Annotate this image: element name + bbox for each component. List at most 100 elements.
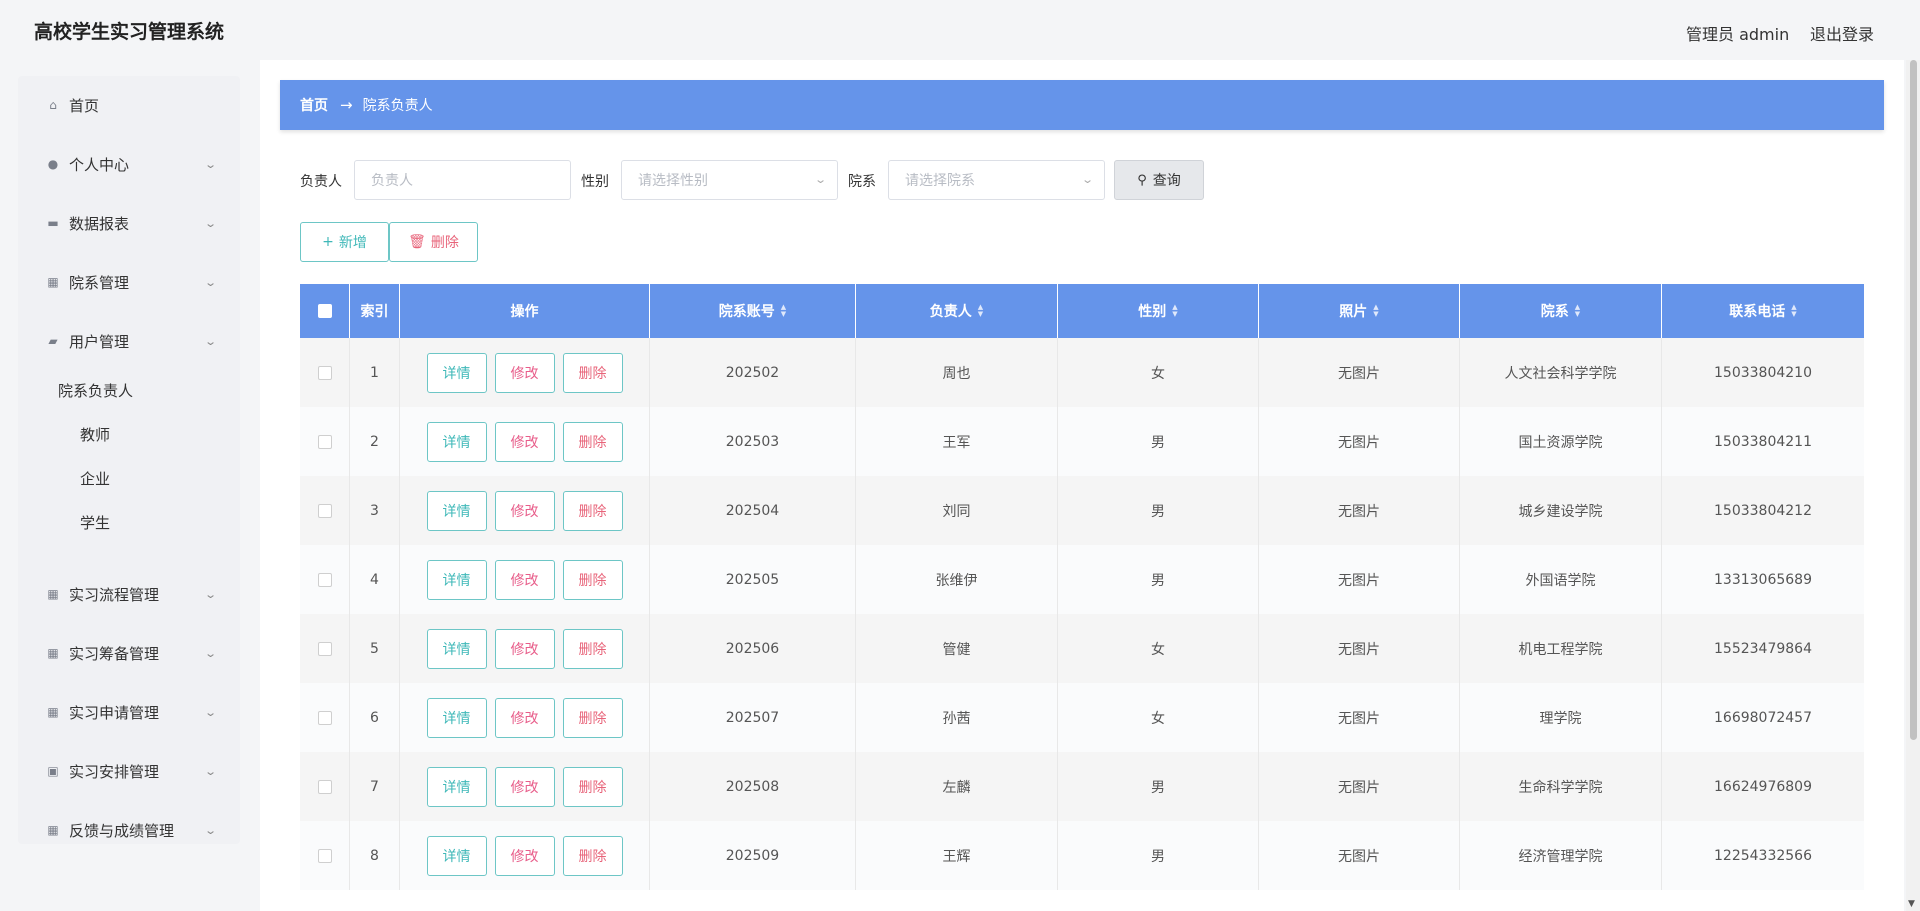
delete-button[interactable]: 删除 <box>562 559 623 600</box>
sidebar-item-6[interactable]: ▦ 实习流程管理 ⌄ <box>18 574 240 614</box>
edit-button[interactable]: 修改 <box>494 490 555 531</box>
edit-button[interactable]: 修改 <box>494 352 555 393</box>
add-button[interactable]: + 新增 <box>300 222 389 262</box>
row-checkbox[interactable] <box>317 641 332 656</box>
sidebar-subitem-1[interactable]: 院系负责人 <box>58 372 133 408</box>
cell-photo: 无图片 <box>1259 338 1460 407</box>
detail-button[interactable]: 详情 <box>426 697 487 738</box>
col-header-phone[interactable]: 联系电话 ▲ ▼ <box>1662 284 1864 338</box>
edit-button[interactable]: 修改 <box>494 697 555 738</box>
sidebar-item-7[interactable]: ▦ 实习筹备管理 ⌄ <box>18 633 240 673</box>
logout-link[interactable]: 退出登录 <box>1810 21 1874 45</box>
select-all-checkbox[interactable] <box>317 304 332 318</box>
table-row: 4 详情 修改 删除 202505 张维伊男无图片 外国语学院 13313065689 <box>300 545 1864 614</box>
detail-button[interactable]: 详情 <box>426 352 487 393</box>
cell-gender: 男 <box>1058 752 1259 821</box>
grid-icon: ▦ <box>47 705 59 719</box>
row-checkbox[interactable] <box>317 848 332 863</box>
sort-icon[interactable]: ▲ ▼ <box>1172 304 1177 318</box>
delete-button[interactable]: 删除 <box>562 628 623 669</box>
table-row: 3 详情 修改 删除 202504 刘同男无图片 城乡建设学院 15033804212 <box>300 476 1864 545</box>
user-icon: ● <box>47 157 59 171</box>
cell-photo: 无图片 <box>1259 752 1460 821</box>
cell-check <box>300 821 350 890</box>
cell-ops: 详情 修改 删除 <box>400 683 650 752</box>
detail-button[interactable]: 详情 <box>426 835 487 876</box>
sidebar-subitem-4[interactable]: 学生 <box>80 504 110 540</box>
sidebar-item-5[interactable]: ▰ 用户管理 ⌄ <box>18 321 240 361</box>
col-header-dept[interactable]: 院系 ▲ ▼ <box>1460 284 1662 338</box>
chat-icon: ▰ <box>48 334 58 348</box>
person-search-input[interactable]: 负责人 <box>354 160 571 200</box>
delete-button[interactable]: 删除 <box>562 490 623 531</box>
row-checkbox[interactable] <box>317 503 332 518</box>
sort-icon[interactable]: ▲ ▼ <box>781 304 786 318</box>
vertical-scrollbar[interactable]: ▼ <box>1906 60 1920 911</box>
col-header-photo[interactable]: 照片 ▲ ▼ <box>1259 284 1460 338</box>
col-header-name[interactable]: 负责人 ▲ ▼ <box>856 284 1058 338</box>
batch-delete-button[interactable]: 🗑 删除 <box>389 222 478 262</box>
dept-select[interactable]: 请选择院系 ⌄ <box>888 160 1105 200</box>
cell-account: 202505 <box>650 545 856 614</box>
edit-button[interactable]: 修改 <box>494 766 555 807</box>
gender-select[interactable]: 请选择性别 ⌄ <box>621 160 838 200</box>
col-header-label: 院系 <box>1540 304 1569 320</box>
sidebar-subitem-3[interactable]: 企业 <box>80 460 110 496</box>
sort-icon[interactable]: ▲ ▼ <box>1373 304 1378 318</box>
edit-button[interactable]: 修改 <box>494 559 555 600</box>
detail-button[interactable]: 详情 <box>426 421 487 462</box>
detail-button[interactable]: 详情 <box>426 628 487 669</box>
sort-icon[interactable]: ▲ ▼ <box>978 304 983 318</box>
row-checkbox[interactable] <box>317 365 332 380</box>
top-bar: 高校学生实习管理系统 管理员 admin 退出登录 <box>0 0 1920 60</box>
cell-name: 左麟 <box>856 752 1058 821</box>
detail-button[interactable]: 详情 <box>426 490 487 531</box>
table-header: 索引 操作 院系账号 ▲ ▼ 负责人 ▲ ▼ 性别 ▲ ▼ 照片 ▲ ▼ 院系 ▲ ▼ 联系电话 ▲ ▼ <box>300 284 1864 338</box>
sidebar-item-8[interactable]: ▦ 实习申请管理 ⌄ <box>18 692 240 732</box>
gender-select-placeholder: 请选择性别 <box>638 173 708 189</box>
detail-button[interactable]: 详情 <box>426 559 487 600</box>
sidebar-item-2[interactable]: ● 个人中心 ⌄ <box>18 144 240 184</box>
row-checkbox[interactable] <box>317 434 332 449</box>
edit-button[interactable]: 修改 <box>494 421 555 462</box>
sidebar-item-1[interactable]: ⌂ 首页 <box>18 85 240 125</box>
cell-check <box>300 338 350 407</box>
table-row: 1 详情 修改 删除 202502 周也女无图片 人文社会科学学院 15033804210 <box>300 338 1864 407</box>
cell-account: 202506 <box>650 614 856 683</box>
cell-photo: 无图片 <box>1259 407 1460 476</box>
cell-check <box>300 614 350 683</box>
sidebar-item-label: 用户管理 <box>69 332 130 351</box>
cell-photo: 无图片 <box>1259 476 1460 545</box>
detail-button[interactable]: 详情 <box>426 766 487 807</box>
sort-icon[interactable]: ▲ ▼ <box>1791 304 1796 318</box>
scroll-down-arrow-icon[interactable]: ▼ <box>1908 899 1915 909</box>
col-header-gender[interactable]: 性别 ▲ ▼ <box>1058 284 1259 338</box>
cell-index: 1 <box>350 338 400 407</box>
admin-user-label: 管理员 admin <box>1686 25 1790 44</box>
delete-button[interactable]: 删除 <box>562 766 623 807</box>
delete-button[interactable]: 删除 <box>562 697 623 738</box>
scrollbar-thumb[interactable] <box>1910 60 1917 740</box>
chevron-down-icon: ⌄ <box>204 823 218 837</box>
delete-button[interactable]: 删除 <box>562 352 623 393</box>
query-button[interactable]: ⚲ 查询 <box>1114 160 1204 200</box>
edit-button[interactable]: 修改 <box>494 835 555 876</box>
breadcrumb-home[interactable]: 首页 <box>300 95 328 115</box>
sidebar-item-10[interactable]: ▦ 反馈与成绩管理 ⌄ <box>18 810 240 850</box>
delete-button[interactable]: 删除 <box>562 835 623 876</box>
delete-button[interactable]: 删除 <box>562 421 623 462</box>
cell-dept: 人文社会科学学院 <box>1460 338 1662 407</box>
row-checkbox[interactable] <box>317 710 332 725</box>
row-checkbox[interactable] <box>317 779 332 794</box>
row-checkbox[interactable] <box>317 572 332 587</box>
edit-button[interactable]: 修改 <box>494 628 555 669</box>
breadcrumb-arrow-icon: → <box>340 96 353 114</box>
sidebar-item-4[interactable]: ▦ 院系管理 ⌄ <box>18 262 240 302</box>
table-row: 8 详情 修改 删除 202509 王辉男无图片 经济管理学院 12254332566 <box>300 821 1864 890</box>
col-header-account[interactable]: 院系账号 ▲ ▼ <box>650 284 856 338</box>
cell-account: 202507 <box>650 683 856 752</box>
sort-icon[interactable]: ▲ ▼ <box>1575 304 1580 318</box>
sidebar-item-3[interactable]: ▬ 数据报表 ⌄ <box>18 203 240 243</box>
sidebar-item-9[interactable]: ▣ 实习安排管理 ⌄ <box>18 751 240 791</box>
sidebar-subitem-2[interactable]: 教师 <box>80 416 110 452</box>
